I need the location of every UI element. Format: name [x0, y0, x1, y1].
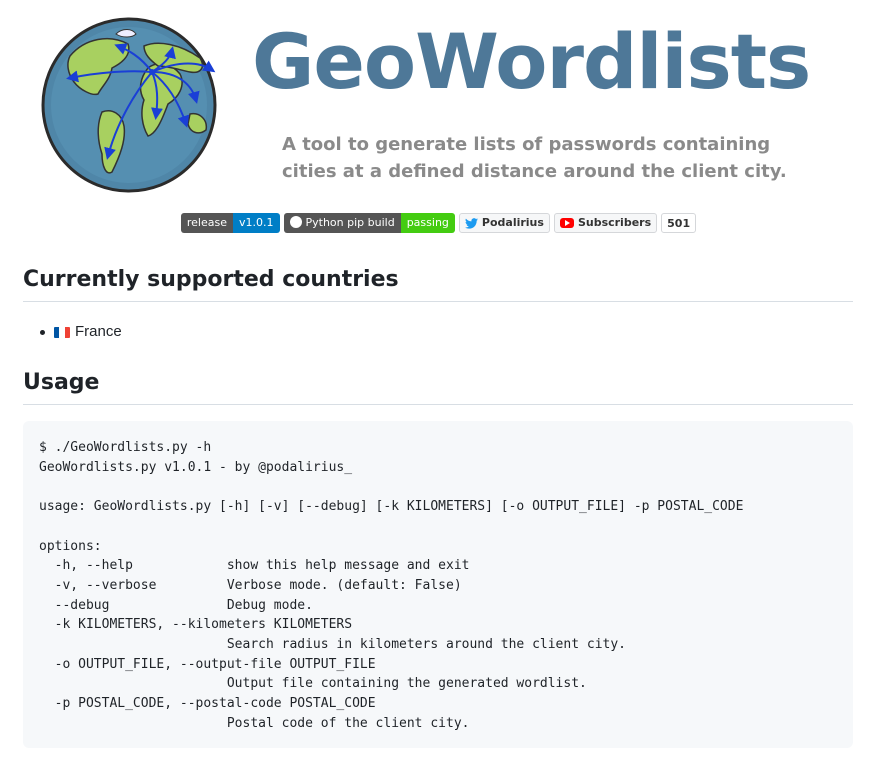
youtube-subscriber-count[interactable]: 501: [661, 213, 697, 233]
release-badge-label: release: [180, 213, 233, 233]
twitter-badge-label: Podalirius: [481, 216, 544, 229]
youtube-badge-label: Subscribers: [577, 216, 652, 229]
france-flag-icon: [54, 326, 70, 338]
youtube-badge[interactable]: Subscribers: [553, 213, 658, 233]
twitter-icon: [464, 217, 478, 229]
bullet: [40, 329, 45, 335]
build-badge-value: passing: [400, 213, 455, 233]
globe-with-arrows-icon: [41, 17, 217, 193]
country-name: France: [75, 323, 122, 340]
youtube-icon: [559, 218, 574, 228]
build-badge[interactable]: Python pip build passing: [283, 213, 455, 233]
release-badge-value: v1.0.1: [233, 213, 280, 233]
usage-heading: Usage: [23, 368, 853, 405]
project-title: GeoWordlists: [252, 17, 811, 106]
release-badge[interactable]: release v1.0.1: [180, 213, 280, 233]
badge-row: release v1.0.1 Python pip build passing …: [0, 213, 877, 235]
usage-code: $ ./GeoWordlists.py -h GeoWordlists.py v…: [39, 440, 744, 731]
github-icon: [289, 216, 302, 228]
list-item: France: [40, 322, 122, 342]
readme-header: GeoWordlists A tool to generate lists of…: [0, 0, 877, 205]
usage-code-block[interactable]: $ ./GeoWordlists.py -h GeoWordlists.py v…: [23, 421, 853, 748]
country-list: France: [40, 322, 122, 342]
subscriber-count-value: 501: [667, 217, 691, 230]
project-tagline: A tool to generate lists of passwords co…: [282, 131, 787, 185]
build-badge-label: Python pip build: [305, 216, 395, 229]
countries-heading: Currently supported countries: [23, 265, 853, 302]
twitter-badge[interactable]: Podalirius: [458, 213, 550, 233]
tagline-line-2: cities at a defined distance around the …: [282, 161, 787, 182]
tagline-line-1: A tool to generate lists of passwords co…: [282, 134, 771, 155]
